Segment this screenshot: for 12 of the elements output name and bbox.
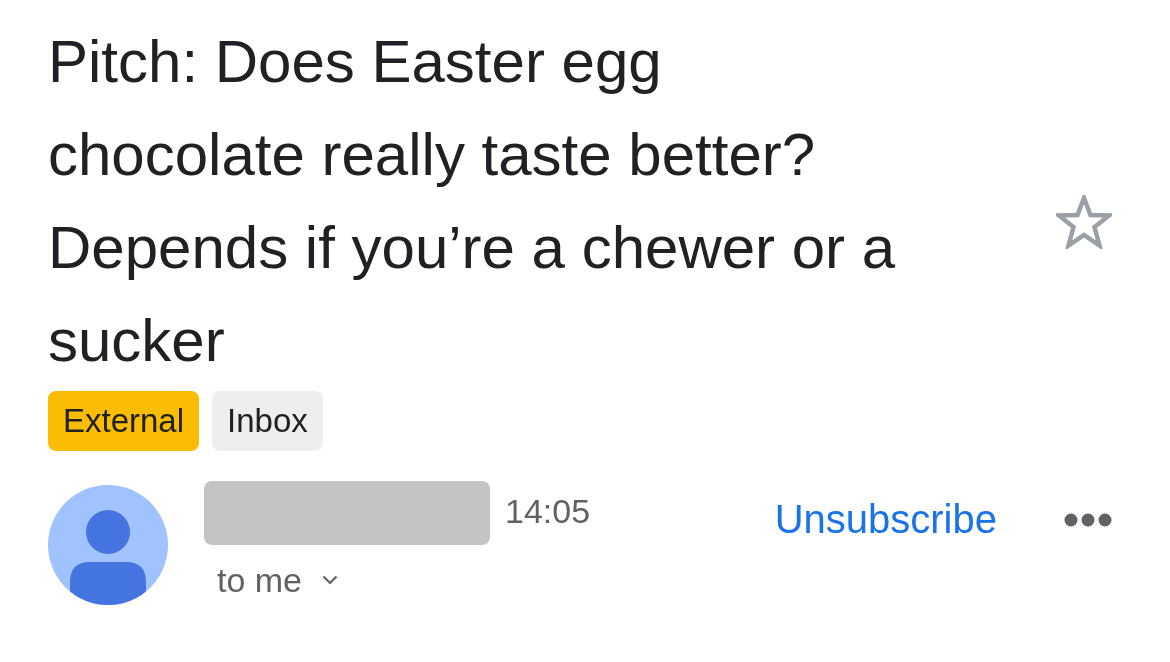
message-time: 14:05 — [505, 491, 591, 531]
more-options-icon — [1064, 513, 1112, 527]
avatar-icon — [48, 485, 168, 605]
chevron-down-icon — [322, 575, 339, 585]
label-tag[interactable]: Inbox — [212, 391, 323, 451]
email-subject: Pitch: Does Easter egg chocolate really taste better? Depends if you’re a chewer or a sucker — [48, 27, 897, 376]
star-button[interactable] — [1056, 195, 1112, 249]
label-tag[interactable]: External — [48, 391, 200, 451]
recipient-details-button[interactable]: to me — [217, 559, 339, 601]
unsubscribe-link[interactable]: Unsubscribe — [774, 497, 997, 541]
more-options-button[interactable] — [1064, 512, 1112, 528]
star-icon — [1056, 195, 1112, 249]
